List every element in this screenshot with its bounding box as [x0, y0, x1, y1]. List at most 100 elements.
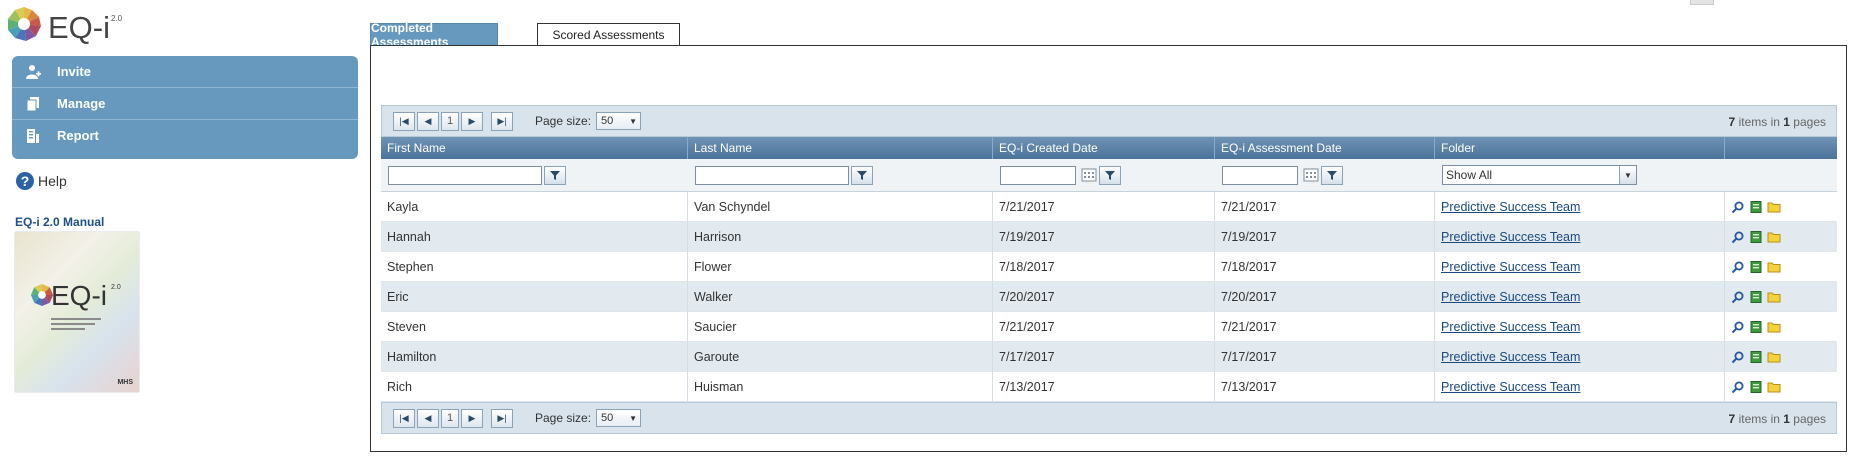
filter-button[interactable]: [544, 165, 566, 185]
calendar-icon[interactable]: [1303, 168, 1319, 182]
manual-cover-image[interactable]: EQ-i 2.0 MHS: [15, 232, 139, 392]
tab-completed-assessments[interactable]: Completed Assessments: [370, 21, 498, 49]
first-page-button[interactable]: |◀: [393, 111, 415, 131]
page-number-button[interactable]: 1: [441, 408, 459, 428]
filter-button[interactable]: [1099, 165, 1121, 185]
folder-link[interactable]: Predictive Success Team: [1441, 230, 1580, 244]
page-size-value: 50: [601, 412, 614, 424]
created-date-filter-input[interactable]: [1000, 165, 1076, 185]
prev-page-button[interactable]: ◀: [417, 111, 439, 131]
cell-first-name: Kayla: [381, 192, 688, 221]
folder-filter-select[interactable]: Show All ▼: [1442, 165, 1637, 185]
cell-actions: [1725, 222, 1837, 251]
cell-actions: [1725, 252, 1837, 281]
col-header-folder[interactable]: Folder: [1435, 137, 1725, 159]
folder-icon[interactable]: [1767, 230, 1781, 244]
folder-icon[interactable]: [1767, 200, 1781, 214]
filter-cell-folder: Show All ▼: [1435, 159, 1725, 191]
report-sheet-icon[interactable]: [1749, 200, 1763, 214]
folder-link[interactable]: Predictive Success Team: [1441, 200, 1580, 214]
assessment-date-filter-input[interactable]: [1222, 165, 1298, 185]
last-name-filter-input[interactable]: [695, 165, 849, 185]
col-header-first-name[interactable]: First Name: [381, 137, 688, 159]
folder-link[interactable]: Predictive Success Team: [1441, 350, 1580, 364]
help-label: Help: [38, 173, 67, 189]
folder-icon[interactable]: [1767, 320, 1781, 334]
filter-cell-assessment-date: [1215, 159, 1435, 191]
cell-last-name: Van Schyndel: [688, 192, 993, 221]
page-size-select[interactable]: 50 ▼: [596, 112, 642, 130]
report-sheet-icon[interactable]: [1749, 320, 1763, 334]
calendar-icon[interactable]: [1081, 168, 1097, 182]
folder-icon[interactable]: [1767, 380, 1781, 394]
sidebar-item-invite[interactable]: Invite: [12, 56, 358, 88]
cell-assessment-date: 7/18/2017: [1215, 252, 1435, 281]
manual-title[interactable]: EQ-i 2.0 Manual: [15, 215, 104, 229]
report-sheet-icon[interactable]: [1749, 230, 1763, 244]
cell-folder: Predictive Success Team: [1435, 282, 1725, 311]
cell-created-date: 7/13/2017: [993, 372, 1215, 401]
page-count: 1: [1783, 412, 1790, 426]
cell-first-name: Hamilton: [381, 342, 688, 371]
cell-last-name: Flower: [688, 252, 993, 281]
item-count: 7: [1728, 115, 1736, 129]
col-header-actions: [1725, 137, 1837, 159]
cell-folder: Predictive Success Team: [1435, 312, 1725, 341]
table-row: Hamilton Garoute 7/17/2017 7/17/2017 Pre…: [381, 342, 1837, 372]
filter-button[interactable]: [1321, 165, 1343, 185]
cell-assessment-date: 7/21/2017: [1215, 192, 1435, 221]
cell-created-date: 7/21/2017: [993, 192, 1215, 221]
next-page-button[interactable]: ▶: [461, 111, 483, 131]
view-icon[interactable]: [1731, 380, 1745, 394]
pager-info: 7 items in 1 pages: [1729, 412, 1826, 426]
view-icon[interactable]: [1731, 290, 1745, 304]
eqi-logo: EQ-i 2.0: [4, 4, 164, 46]
view-icon[interactable]: [1731, 320, 1745, 334]
col-header-created-date[interactable]: EQ-i Created Date: [993, 137, 1215, 159]
report-sheet-icon[interactable]: [1749, 350, 1763, 364]
view-icon[interactable]: [1731, 230, 1745, 244]
chevron-down-icon: ▼: [1619, 166, 1636, 184]
sidebar-item-report[interactable]: Report: [12, 120, 358, 151]
filter-cell-last-name: [688, 159, 993, 191]
view-icon[interactable]: [1731, 350, 1745, 364]
grid-header: First Name Last Name EQ-i Created Date E…: [381, 137, 1837, 159]
pager-info: 7 items in 1 pages: [1729, 115, 1826, 129]
folder-link[interactable]: Predictive Success Team: [1441, 380, 1580, 394]
first-page-button[interactable]: |◀: [393, 408, 415, 428]
filter-button[interactable]: [851, 165, 873, 185]
tab-scored-assessments[interactable]: Scored Assessments: [537, 23, 680, 45]
cell-last-name: Garoute: [688, 342, 993, 371]
filter-icon: [1105, 171, 1115, 180]
first-name-filter-input[interactable]: [388, 165, 542, 185]
filter-icon: [1327, 171, 1337, 180]
report-sheet-icon[interactable]: [1749, 260, 1763, 274]
prev-page-button[interactable]: ◀: [417, 408, 439, 428]
folder-icon[interactable]: [1767, 350, 1781, 364]
last-page-button[interactable]: ▶|: [491, 408, 513, 428]
cell-actions: [1725, 312, 1837, 341]
cell-folder: Predictive Success Team: [1435, 372, 1725, 401]
view-icon[interactable]: [1731, 260, 1745, 274]
grid-pager-bottom: |◀ ◀ 1 ▶ ▶| Page size: 50 ▼ 7 items in 1…: [381, 402, 1837, 434]
next-page-button[interactable]: ▶: [461, 408, 483, 428]
item-count: 7: [1728, 412, 1736, 426]
folder-link[interactable]: Predictive Success Team: [1441, 320, 1580, 334]
col-header-last-name[interactable]: Last Name: [688, 137, 993, 159]
view-icon[interactable]: [1731, 200, 1745, 214]
last-page-button[interactable]: ▶|: [491, 111, 513, 131]
cell-last-name: Walker: [688, 282, 993, 311]
folder-link[interactable]: Predictive Success Team: [1441, 260, 1580, 274]
report-sheet-icon[interactable]: [1749, 290, 1763, 304]
report-sheet-icon[interactable]: [1749, 380, 1763, 394]
page-size-select[interactable]: 50 ▼: [596, 409, 642, 427]
table-row: Hannah Harrison 7/19/2017 7/19/2017 Pred…: [381, 222, 1837, 252]
filter-icon: [857, 171, 867, 180]
folder-icon[interactable]: [1767, 260, 1781, 274]
page-number-button[interactable]: 1: [441, 111, 459, 131]
folder-link[interactable]: Predictive Success Team: [1441, 290, 1580, 304]
sidebar-item-manage[interactable]: Manage: [12, 88, 358, 120]
col-header-assessment-date[interactable]: EQ-i Assessment Date: [1215, 137, 1435, 159]
folder-icon[interactable]: [1767, 290, 1781, 304]
help-link[interactable]: ? Help: [16, 172, 67, 190]
